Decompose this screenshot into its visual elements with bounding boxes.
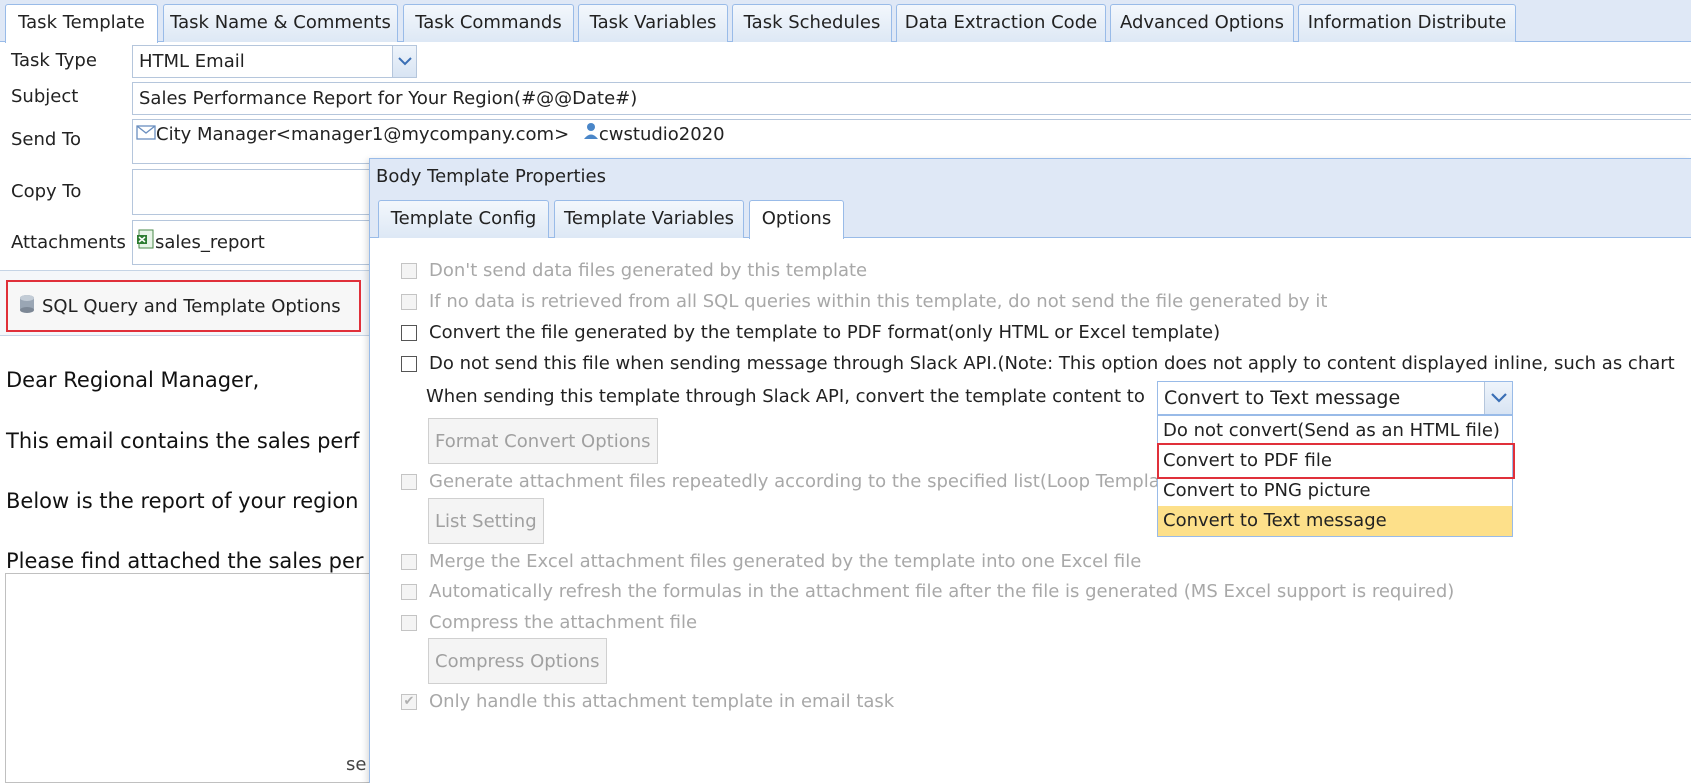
tab-task-template[interactable]: Task Template [5, 4, 158, 43]
mail-icon [136, 120, 156, 150]
database-icon [18, 294, 36, 319]
tab-information-distribute[interactable]: Information Distribute [1298, 4, 1516, 42]
checkbox[interactable] [401, 324, 417, 341]
tab-template-config[interactable]: Template Config [378, 200, 549, 238]
attachments-field[interactable]: sales_report [132, 220, 372, 265]
checkbox-checked-icon[interactable]: ✔ [401, 693, 417, 710]
format-convert-options-button[interactable]: Format Convert Options [428, 418, 658, 464]
task-type-label: Task Type [11, 50, 97, 71]
chevron-down-icon[interactable] [392, 46, 416, 77]
task-type-value: HTML Email [139, 51, 245, 72]
option-convert-to-pdf[interactable]: Convert the file generated by the templa… [401, 322, 1220, 343]
task-type-combo[interactable]: HTML Email [132, 45, 417, 78]
body-line-attachment: Please find attached the sales per [6, 549, 364, 573]
tab-task-schedules[interactable]: Task Schedules [732, 4, 892, 42]
checkbox[interactable] [401, 473, 417, 490]
pdf-option-highlight [1157, 443, 1515, 479]
dialog-tab-strip: Template Config Template Variables Optio… [370, 196, 1691, 239]
tab-task-variables[interactable]: Task Variables [578, 4, 728, 42]
body-line-intro: This email contains the sales perf [6, 429, 360, 453]
copy-to-input[interactable] [132, 169, 372, 215]
tab-data-extraction-code[interactable]: Data Extraction Code [896, 4, 1106, 42]
copy-to-label: Copy To [11, 181, 82, 202]
sql-query-template-options-button[interactable]: SQL Query and Template Options [6, 280, 361, 332]
dropdown-option-png[interactable]: Convert to PNG picture [1158, 476, 1512, 506]
checkbox[interactable] [401, 355, 417, 372]
dropdown-option-text-message[interactable]: Convert to Text message [1158, 506, 1512, 536]
dropdown-option-do-not-convert[interactable]: Do not convert(Send as an HTML file) [1158, 416, 1512, 446]
report-preview-area: se [5, 573, 375, 783]
list-setting-button[interactable]: List Setting [428, 498, 544, 544]
checkbox[interactable] [401, 583, 417, 600]
subject-label: Subject [11, 86, 79, 107]
preview-fragment: se [346, 754, 367, 775]
send-to-user[interactable]: cwstudio2020 [599, 124, 725, 145]
body-line-report: Below is the report of your region [6, 489, 359, 513]
attachment-name[interactable]: sales_report [155, 232, 265, 253]
slack-convert-label: When sending this template through Slack… [426, 386, 1145, 407]
checkbox[interactable] [401, 293, 417, 310]
option-only-email-task[interactable]: ✔ Only handle this attachment template in… [401, 691, 894, 712]
body-line-greeting: Dear Regional Manager, [6, 368, 260, 392]
sql-button-label: SQL Query and Template Options [42, 295, 341, 317]
option-dont-send-slack[interactable]: Do not send this file when sending messa… [401, 353, 1675, 374]
slack-convert-select[interactable]: Convert to Text message [1157, 381, 1513, 415]
send-to-recipient[interactable]: City Manager<manager1@mycompany.com> [156, 124, 569, 145]
tab-template-variables[interactable]: Template Variables [554, 200, 744, 238]
dialog-title: Body Template Properties [370, 159, 1691, 196]
attachments-label: Attachments [11, 232, 126, 253]
top-tab-strip: Task Template Task Name & Comments Task … [0, 0, 1691, 43]
option-dont-send-data-files[interactable]: Don't send data files generated by this … [401, 260, 867, 281]
send-to-label: Send To [11, 129, 82, 150]
user-icon [583, 120, 599, 150]
checkbox[interactable] [401, 553, 417, 570]
option-compress-attachment[interactable]: Compress the attachment file [401, 612, 697, 633]
excel-file-icon [137, 222, 155, 265]
checkbox[interactable] [401, 614, 417, 631]
compress-options-button[interactable]: Compress Options [428, 638, 607, 684]
checkbox[interactable] [401, 262, 417, 279]
tab-advanced-options[interactable]: Advanced Options [1110, 4, 1294, 42]
tab-options[interactable]: Options [749, 200, 844, 239]
slack-convert-value: Convert to Text message [1164, 387, 1401, 409]
option-no-data-no-send[interactable]: If no data is retrieved from all SQL que… [401, 291, 1327, 312]
tab-task-commands[interactable]: Task Commands [403, 4, 574, 42]
option-refresh-formulas[interactable]: Automatically refresh the formulas in th… [401, 581, 1454, 602]
chevron-down-icon[interactable] [1484, 382, 1512, 414]
tab-task-name-comments[interactable]: Task Name & Comments [163, 4, 398, 42]
subject-input[interactable]: Sales Performance Report for Your Region… [132, 82, 1691, 115]
option-loop-template[interactable]: Generate attachment files repeatedly acc… [401, 471, 1160, 492]
option-merge-excel[interactable]: Merge the Excel attachment files generat… [401, 551, 1141, 572]
